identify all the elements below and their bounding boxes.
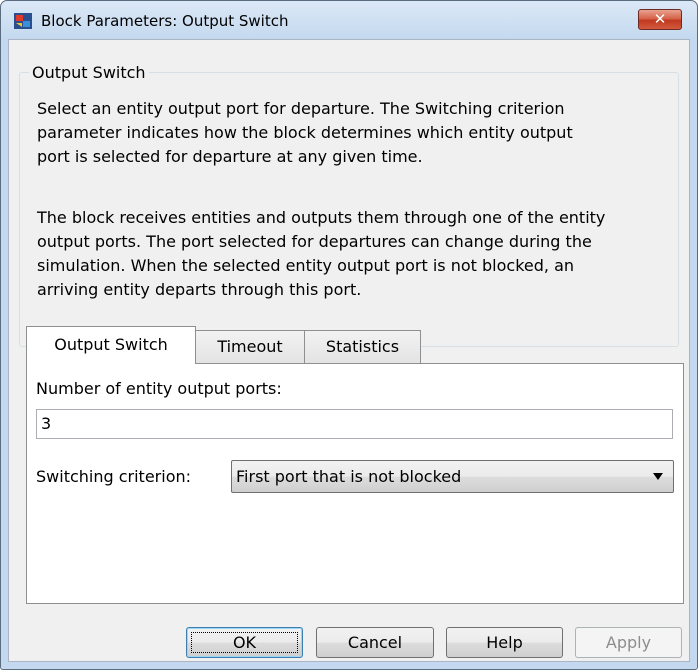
groupbox-title: Output Switch bbox=[29, 64, 149, 82]
ports-input[interactable]: 3 bbox=[36, 409, 673, 439]
description-line: output ports. The port selected for depa… bbox=[37, 232, 592, 251]
help-button-label: Help bbox=[486, 633, 523, 652]
cancel-button-label: Cancel bbox=[347, 633, 403, 652]
description-line: parameter indicates how the block determ… bbox=[37, 123, 573, 142]
apply-button-label: Apply bbox=[605, 633, 652, 652]
ports-label: Number of entity output ports: bbox=[36, 379, 282, 398]
window-title: Block Parameters: Output Switch bbox=[41, 12, 289, 30]
close-icon: ✕ bbox=[653, 10, 667, 28]
description-line: arriving entity departs through this por… bbox=[37, 280, 362, 299]
tab-statistics[interactable]: Statistics bbox=[304, 330, 421, 366]
description-line: simulation. When the selected entity out… bbox=[37, 256, 575, 275]
dialog-window: Block Parameters: Output Switch ✕ Output… bbox=[0, 0, 698, 670]
simulink-block-icon bbox=[14, 13, 32, 29]
title-bar[interactable]: Block Parameters: Output Switch ✕ bbox=[1, 1, 697, 39]
description-line: port is selected for departure at any gi… bbox=[37, 147, 423, 166]
apply-button[interactable]: Apply bbox=[575, 627, 682, 658]
ok-button[interactable]: OK bbox=[186, 627, 303, 658]
tab-timeout[interactable]: Timeout bbox=[195, 330, 305, 366]
criterion-selected-value: First port that is not blocked bbox=[236, 467, 462, 486]
description-line: Select an entity output port for departu… bbox=[37, 99, 565, 118]
chevron-down-icon bbox=[653, 473, 663, 480]
tab-panel-output-switch: Number of entity output ports: 3 Switchi… bbox=[26, 363, 684, 604]
tab-output-switch[interactable]: Output Switch bbox=[26, 326, 196, 364]
criterion-dropdown[interactable]: First port that is not blocked bbox=[231, 460, 674, 493]
help-button[interactable]: Help bbox=[446, 627, 563, 658]
cancel-button[interactable]: Cancel bbox=[316, 627, 434, 658]
focus-rectangle bbox=[191, 632, 298, 653]
criterion-label: Switching criterion: bbox=[36, 467, 192, 486]
close-button[interactable]: ✕ bbox=[638, 9, 682, 30]
description-line: The block receives entities and outputs … bbox=[37, 208, 606, 227]
dialog-client-area: Output Switch Select an entity output po… bbox=[8, 39, 690, 662]
